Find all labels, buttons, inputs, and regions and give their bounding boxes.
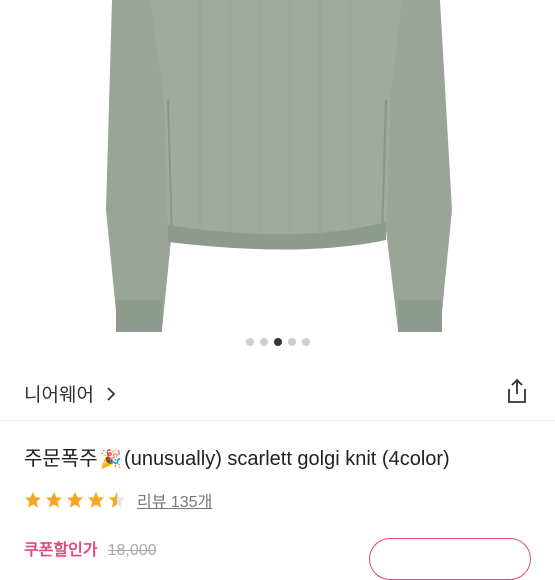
coupon-button[interactable] — [369, 538, 531, 580]
brand-row: 니어웨어 — [0, 372, 555, 412]
star-icon — [24, 491, 42, 508]
star-icon — [45, 491, 63, 508]
carousel-indicator — [0, 338, 555, 346]
carousel-dot[interactable] — [287, 338, 296, 346]
price-row: 쿠폰할인가 18,000 — [24, 536, 157, 560]
half-star-icon — [108, 491, 126, 508]
title-main: (unusually) scarlett golgi knit (4color) — [124, 448, 450, 470]
chevron-right-icon — [107, 386, 116, 401]
original-price: 18,000 — [107, 542, 157, 559]
brand-link[interactable]: 니어웨어 — [24, 380, 120, 407]
party-popper-icon: 🎉 — [99, 449, 123, 469]
star-icon — [66, 491, 84, 508]
carousel-dot-active[interactable] — [273, 338, 282, 346]
divider — [0, 420, 555, 421]
star-icon — [87, 491, 105, 508]
title-prefix: 주문폭주 — [24, 448, 98, 470]
product-image-carousel[interactable] — [0, 0, 555, 360]
review-count-link[interactable]: 리뷰 135개 — [137, 488, 212, 512]
product-title: 주문폭주 🎉 (unusually) scarlett golgi knit (4c… — [24, 442, 544, 471]
carousel-dot[interactable] — [301, 338, 310, 346]
share-icon[interactable] — [505, 378, 529, 404]
sweater-image — [106, 0, 452, 332]
brand-name: 니어웨어 — [24, 385, 94, 406]
coupon-price-label: 쿠폰할인가 — [24, 542, 98, 559]
carousel-dot[interactable] — [259, 338, 268, 346]
carousel-dot[interactable] — [245, 338, 254, 346]
rating-row: 리뷰 135개 — [24, 488, 212, 512]
